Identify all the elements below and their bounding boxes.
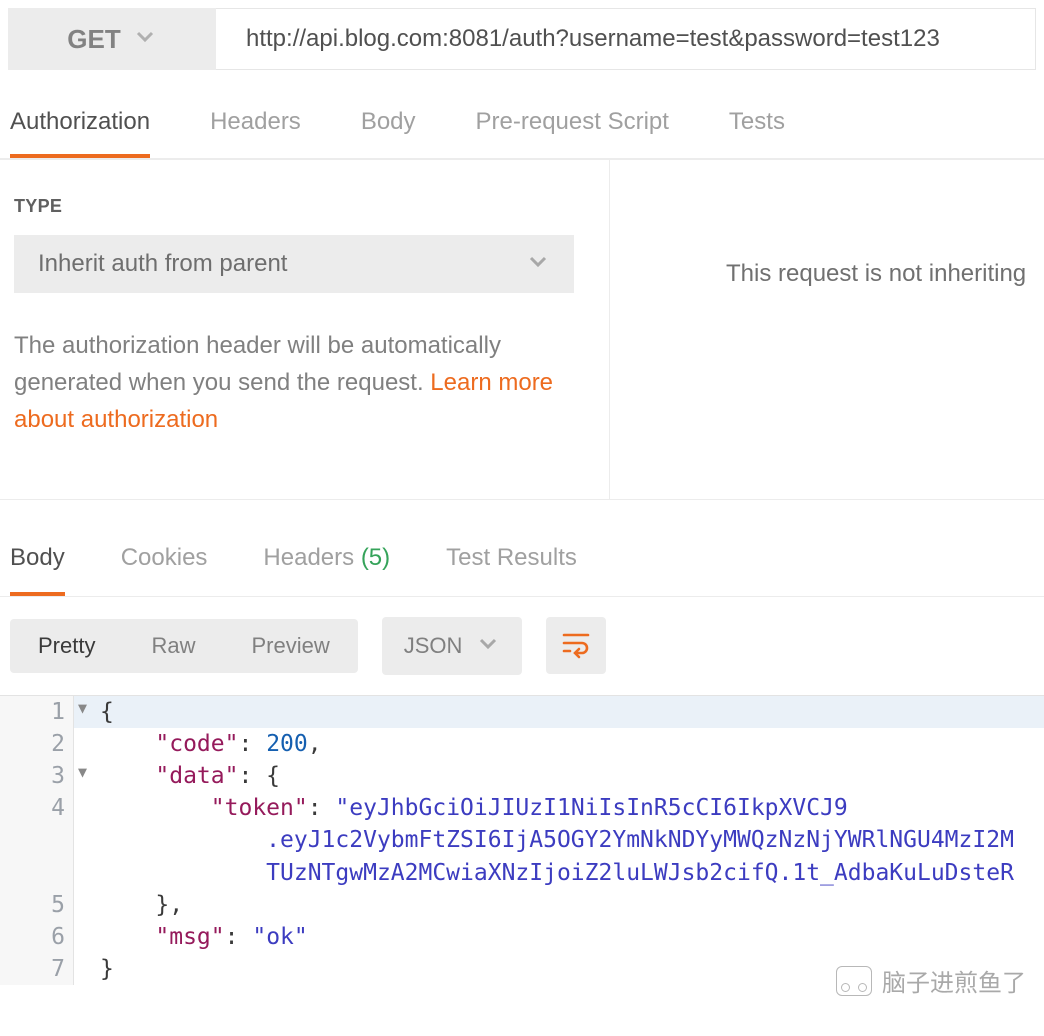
response-tab-headers[interactable]: Headers (5) [263, 544, 390, 596]
wrap-lines-button[interactable] [546, 617, 606, 674]
response-tab-test-results[interactable]: Test Results [446, 544, 577, 596]
view-mode-preview[interactable]: Preview [223, 619, 357, 673]
chevron-down-icon [526, 249, 550, 280]
tab-body[interactable]: Body [361, 108, 416, 158]
chevron-down-icon [476, 631, 500, 661]
code-line: 2 "code": 200, [0, 728, 1044, 760]
authorization-panel: TYPE Inherit auth from parent The author… [0, 159, 1044, 499]
code-line: .eyJ1c2VybmFtZSI6IjA5OGY2YmNkNDYyMWQzNzN… [0, 824, 1044, 856]
request-bar: GET [0, 0, 1044, 78]
request-url-input[interactable] [216, 8, 1036, 70]
format-select[interactable]: JSON [382, 617, 523, 675]
view-mode-raw[interactable]: Raw [123, 619, 223, 673]
auth-left-column: TYPE Inherit auth from parent The author… [0, 160, 610, 499]
auth-description: The authorization header will be automat… [14, 327, 595, 439]
auth-type-value: Inherit auth from parent [38, 250, 287, 278]
code-line: 6 "msg": "ok" [0, 921, 1044, 953]
auth-type-select[interactable]: Inherit auth from parent [14, 235, 574, 293]
code-line: 5 }, [0, 889, 1044, 921]
view-controls: PrettyRawPreview JSON [0, 597, 1044, 695]
response-tab-body[interactable]: Body [10, 544, 65, 596]
view-mode-group: PrettyRawPreview [10, 619, 358, 673]
tab-headers[interactable]: Headers [210, 108, 301, 158]
auth-desc-text: The authorization header will be automat… [14, 332, 501, 396]
wechat-icon [836, 966, 872, 996]
view-mode-pretty[interactable]: Pretty [10, 619, 123, 673]
format-label: JSON [404, 633, 463, 659]
code-line: 1▼{ [0, 696, 1044, 728]
request-tabs: Authorization Headers Body Pre-request Scri… [0, 78, 1044, 159]
tab-authorization[interactable]: Authorization [10, 108, 150, 158]
response-tab-cookies[interactable]: Cookies [121, 544, 208, 596]
auth-inherit-message: This request is not inheriting [726, 260, 1026, 287]
code-line: 4 "token": "eyJhbGciOiJIUzI1NiIsInR5cCI6… [0, 792, 1044, 824]
auth-type-label: TYPE [14, 196, 595, 217]
response-tabs: Body Cookies Headers (5) Test Results [0, 499, 1044, 597]
chevron-down-icon [133, 24, 157, 55]
auth-right-column: This request is not inheriting [610, 160, 1044, 499]
http-method-select[interactable]: GET [8, 8, 216, 70]
watermark: 脑子进煎鱼了 [836, 963, 1026, 998]
tab-tests[interactable]: Tests [729, 108, 785, 158]
code-line: 3▼ "data": { [0, 760, 1044, 792]
code-line: TUzNTgwMzA2MCwiaXNzIjoiZ2luLWJsb2cifQ.1t… [0, 857, 1044, 889]
fold-arrow-icon[interactable]: ▼ [78, 698, 87, 719]
tab-pre-request-script[interactable]: Pre-request Script [476, 108, 669, 158]
http-method-label: GET [67, 24, 120, 55]
response-body-viewer[interactable]: 1▼{2 "code": 200,3▼ "data": {4 "token": … [0, 695, 1044, 986]
fold-arrow-icon[interactable]: ▼ [78, 762, 87, 783]
watermark-text: 脑子进煎鱼了 [882, 963, 1026, 998]
